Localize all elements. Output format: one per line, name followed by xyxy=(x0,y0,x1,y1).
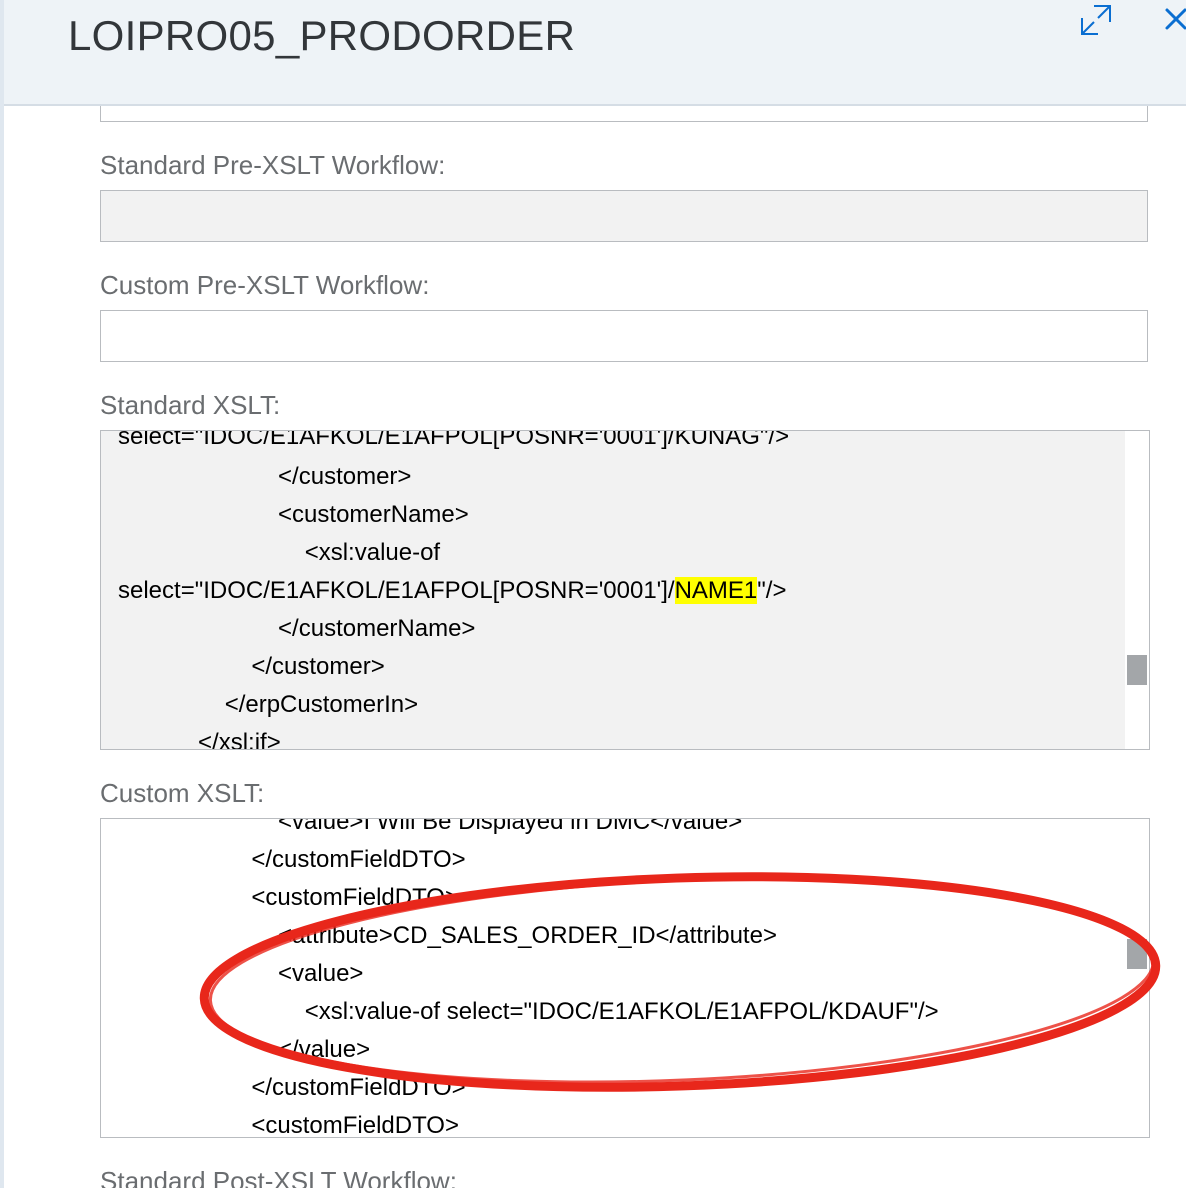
dialog-content: Standard Pre-XSLT Workflow: Custom Pre-X… xyxy=(0,106,1186,1188)
scrollbar-thumb[interactable] xyxy=(1127,655,1147,685)
code-line: </customer> xyxy=(118,653,385,680)
standard-pre-xslt-workflow-label: Standard Pre-XSLT Workflow: xyxy=(100,150,446,180)
custom-xslt-textarea[interactable]: <value>I Will Be Displayed in DMC</value… xyxy=(100,818,1150,1138)
code-text: select="IDOC/E1AFKOL/E1AFPOL[POSNR='0001… xyxy=(118,577,675,604)
code-line: <xsl:value-of select="IDOC/E1AFKOL/E1AFP… xyxy=(118,998,939,1025)
code-line: </customerName> xyxy=(118,615,476,642)
code-line: </xsl:if> xyxy=(118,729,281,750)
custom-pre-xslt-workflow-label: Custom Pre-XSLT Workflow: xyxy=(100,270,430,300)
custom-pre-xslt-workflow-input[interactable] xyxy=(100,310,1148,362)
code-line: <customFieldDTO> xyxy=(118,884,459,911)
code-line-highlighted: select="IDOC/E1AFKOL/E1AFPOL[POSNR='0001… xyxy=(118,572,786,610)
code-line: </customFieldDTO> xyxy=(118,1074,466,1101)
scrollbar[interactable] xyxy=(1125,819,1149,1137)
code-line: <xsl:value-of xyxy=(118,539,441,566)
code-line: </value> xyxy=(118,1036,371,1063)
code-line: <attribute>CD_SALES_ORDER_ID</attribute> xyxy=(118,922,777,949)
standard-xslt-label: Standard XSLT: xyxy=(100,390,281,420)
code-text-tail: "/> xyxy=(757,577,787,604)
expand-icon[interactable] xyxy=(1078,2,1114,38)
code-line: select="IDOC/E1AFKOL/E1AFPOL[POSNR='0001… xyxy=(118,430,790,450)
standard-xslt-textarea[interactable]: select="IDOC/E1AFKOL/E1AFPOL[POSNR='0001… xyxy=(100,430,1150,750)
code-line: </customFieldDTO> xyxy=(118,846,466,873)
dialog-title: LOIPRO05_PRODORDER xyxy=(68,12,576,59)
close-icon[interactable] xyxy=(1161,2,1186,38)
standard-pre-xslt-workflow-field xyxy=(100,190,1148,242)
standard-post-xslt-workflow-label: Standard Post-XSLT Workflow: xyxy=(100,1166,457,1188)
code-line: <value>I Will Be Displayed in DMC</value… xyxy=(118,818,743,835)
scrollbar[interactable] xyxy=(1125,431,1149,749)
highlighted-text: NAME1 xyxy=(674,577,758,604)
dialog-header: LOIPRO05_PRODORDER xyxy=(4,0,1186,106)
custom-xslt-label: Custom XSLT: xyxy=(100,778,265,808)
code-line: <customFieldDTO> xyxy=(118,1112,459,1138)
code-line: </customer> xyxy=(118,463,412,490)
code-line: <customerName> xyxy=(118,501,469,528)
previous-field[interactable] xyxy=(100,106,1148,122)
code-line: <value> xyxy=(118,960,364,987)
code-line: </erpCustomerIn> xyxy=(118,691,419,718)
scrollbar-thumb[interactable] xyxy=(1127,939,1147,969)
